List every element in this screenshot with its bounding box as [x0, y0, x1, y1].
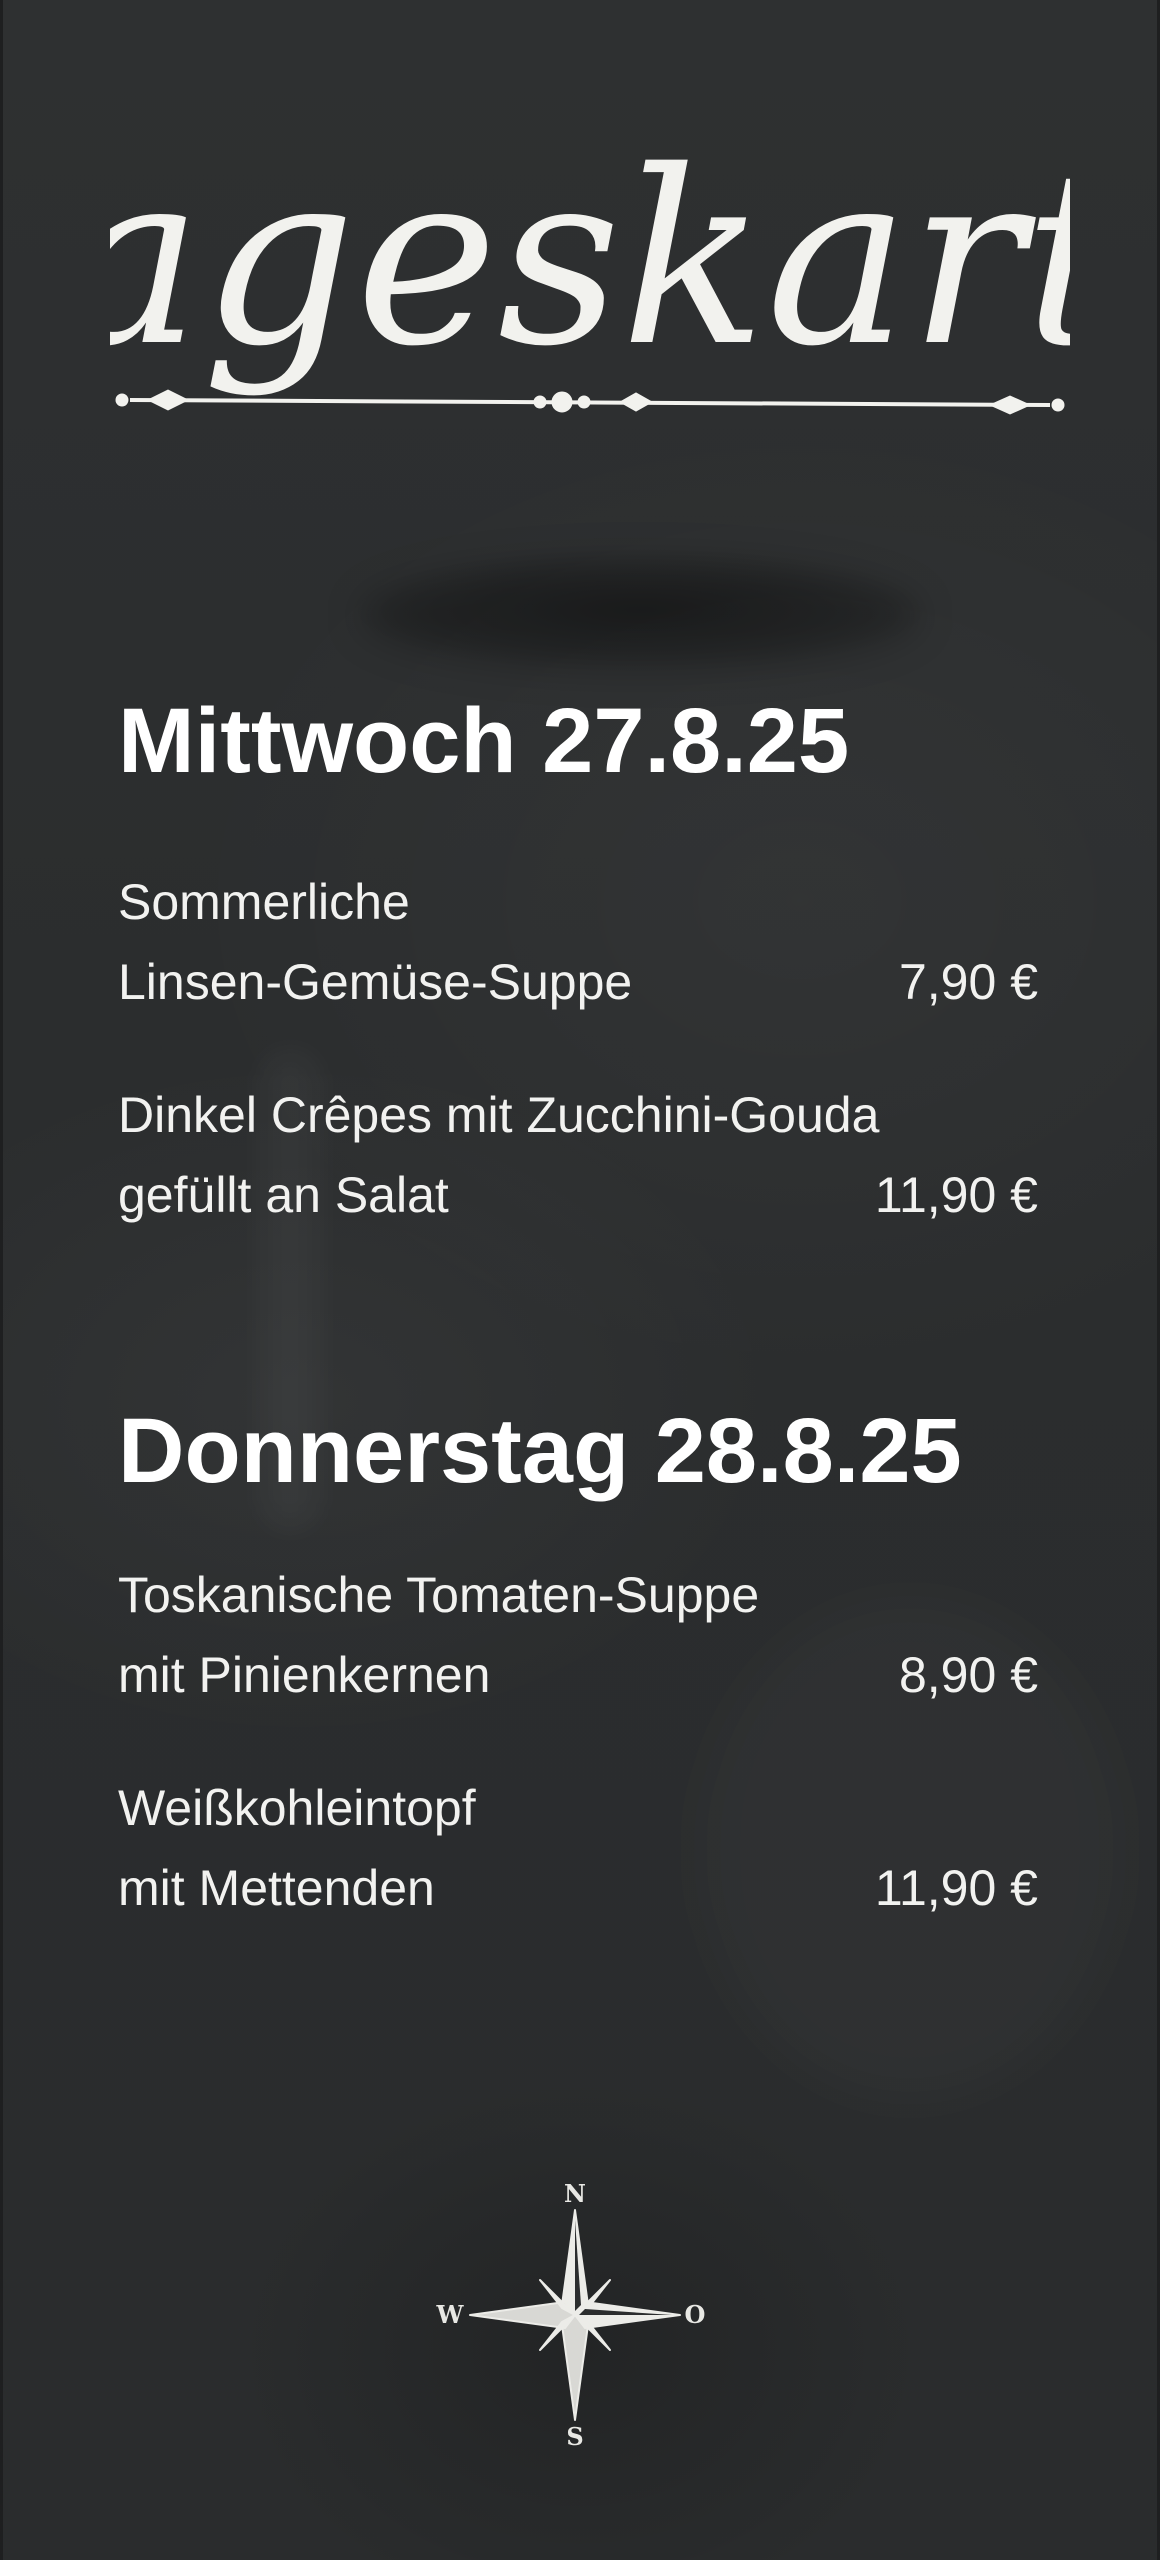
title-text: Tageskarte [110, 119, 1070, 399]
dish-price: 11,90 € [874, 1167, 1038, 1223]
dish-price: 11,90 € [874, 1860, 1038, 1916]
compass-north-label: N [564, 2180, 586, 2208]
menu-item: Weißkohleintopf mit Mettenden 11,90 € [118, 1768, 1038, 1928]
dish-name: Weißkohleintopf [118, 1780, 476, 1836]
chalkboard-menu: Tageskarte Mittwoch 27.8.25 Sommerliche … [0, 0, 1160, 2560]
menu-item: Sommerliche Linsen-Gemüse-Suppe 7,90 € [118, 862, 1038, 1022]
chalk-smudge [360, 560, 920, 670]
title-lettering: Tageskarte [110, 119, 1070, 415]
menu-title: Tageskarte [110, 110, 1070, 440]
menu-item: Dinkel Crêpes mit Zucchini-Gouda gefüllt… [118, 1075, 1038, 1235]
dish-price: 7,90 € [898, 954, 1038, 1010]
day-heading-wednesday: Mittwoch 27.8.25 [118, 690, 850, 792]
compass-south-label: S [566, 2422, 583, 2450]
dish-name: Dinkel Crêpes mit Zucchini-Gouda [118, 1087, 880, 1143]
dish-name: Toskanische Tomaten-Suppe [118, 1567, 760, 1623]
dish-name: Sommerliche [118, 874, 410, 930]
dish-price: 8,90 € [898, 1647, 1038, 1703]
compass-rose: N O S W [410, 2180, 740, 2450]
day-heading-thursday: Donnerstag 28.8.25 [118, 1400, 962, 1502]
menu-item: Toskanische Tomaten-Suppe mit Pinienkern… [118, 1555, 1038, 1715]
compass-east-label: O [685, 2300, 706, 2329]
compass-rose-icon: N O S W [436, 2180, 706, 2450]
compass-west-label: W [436, 2300, 465, 2329]
